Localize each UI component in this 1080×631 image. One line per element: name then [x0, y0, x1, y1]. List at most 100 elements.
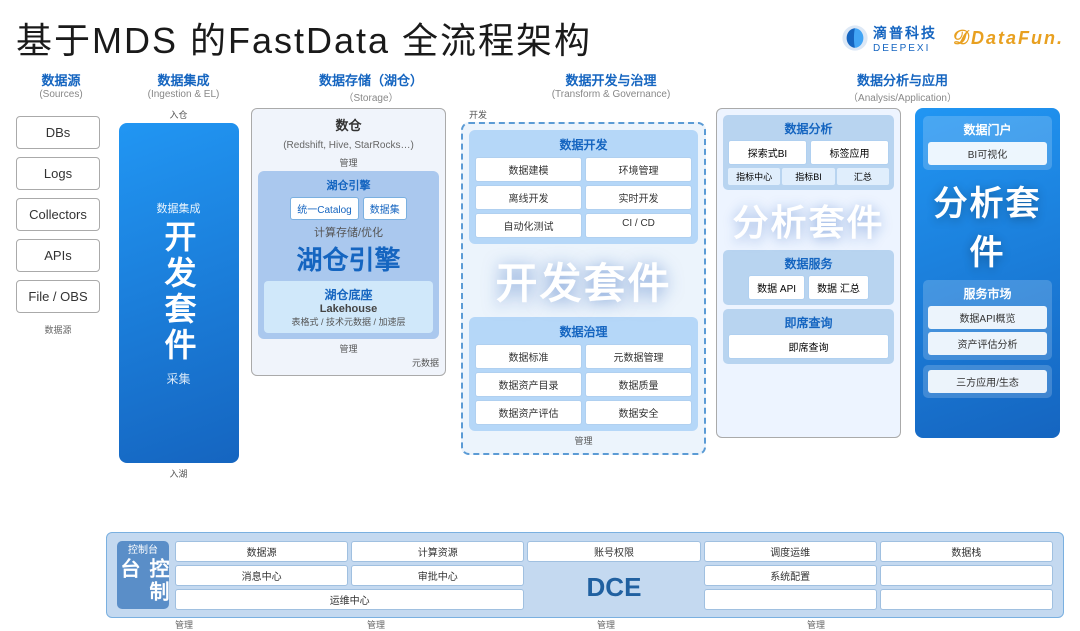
dce-manage-label2: 管理	[367, 618, 385, 631]
control-box: 控制台 控制台	[117, 541, 169, 609]
storage-meta: 元数据	[258, 356, 439, 369]
control-main-label: 控制台	[114, 558, 172, 609]
ingestion-top-label: 入仓	[169, 108, 187, 121]
storage-header-zh: 数仓	[335, 118, 361, 133]
app-big-label: 分析套件	[923, 176, 1052, 274]
lakehouse-title: 湖仓底座	[269, 286, 428, 303]
ingestion-box: 数据集成 开发套件 采集	[119, 123, 239, 463]
header-sources: 数据源 (Sources)	[16, 70, 106, 104]
app-box: 数据门户 BI可视化 分析套件 服务市场 数据API概览 资产评估分析 三方应用…	[915, 108, 1060, 438]
dce-manage-label4: 管理	[807, 618, 825, 631]
app-column: 数据门户 BI可视化 分析套件 服务市场 数据API概览 资产评估分析 三方应用…	[915, 108, 1064, 528]
analysis-app-area: 数据分析 探索式BI 标签应用 指标中心 指标BI 汇总 分析套件	[716, 108, 1064, 528]
lakehouse-main: Lakehouse	[269, 303, 428, 315]
deepexi-logo: 滴普科技 DEEPEXI	[841, 23, 937, 54]
ingestion-column: 入仓 数据集成 开发套件 采集 入湖	[106, 108, 251, 528]
header-analysis: 数据分析与应用 （Analysis/Application）	[741, 70, 1064, 104]
dce-section: 控制台 控制台 数据源 计算资源 账号权限 调度运维 数据栈 消息中心 审批中心…	[106, 532, 1064, 618]
analysis-sub-items: 指标中心 指标BI 汇总	[728, 168, 889, 185]
service-item-0: 数据 API	[748, 275, 805, 300]
column-headers: 数据源 (Sources) 数据集成 (Ingestion & EL) 数据存储…	[16, 70, 1064, 104]
gov-section: 数据治理 数据标准 元数据管理 数据资产目录 数据质量 数据资产评估 数据安全	[469, 317, 698, 431]
analysis-section: 数据分析 探索式BI 标签应用 指标中心 指标BI 汇总	[723, 115, 894, 190]
gov-item-0: 数据标准	[475, 344, 582, 369]
dev-item-2: 离线开发	[475, 185, 582, 210]
dce-item-compute: 计算资源	[351, 541, 524, 562]
query-section: 即席查询 即席查询	[723, 309, 894, 364]
dce-big-label: DCE	[527, 565, 700, 610]
sources-column: DBs Logs Collectors APIs File / OBS 数据源	[16, 108, 106, 528]
analysis-sub-1: 指标BI	[782, 168, 834, 185]
source-dbs: DBs	[16, 116, 100, 149]
app-top-section: 数据门户 BI可视化	[923, 116, 1052, 170]
dce-item-schedule: 调度运维	[704, 541, 877, 562]
gov-item-3: 数据质量	[585, 372, 692, 397]
service-section: 数据服务 数据 API 数据 汇总	[723, 250, 894, 305]
service-title: 数据服务	[728, 255, 889, 272]
gov-grid: 数据标准 元数据管理 数据资产目录 数据质量 数据资产评估 数据安全	[475, 344, 692, 425]
header-ingestion: 数据集成 (Ingestion & EL)	[106, 70, 261, 104]
ingestion-sublabel: 数据集成	[157, 200, 201, 216]
catalog-row: 统一Catalog 数据集	[264, 197, 433, 220]
analysis-sub-2: 汇总	[837, 168, 889, 185]
page-wrapper: 基于MDS 的FastData 全流程架构 滴普科技 DEEPEXI 𝒟Data…	[0, 0, 1080, 607]
analysis-item-0: 探索式BI	[728, 140, 807, 165]
transform-column: 开发 数据开发 数据建模 环境管理 离线开发 实时开发 自动化测试 CI / C…	[461, 108, 716, 528]
datafun-d: 𝒟	[953, 27, 971, 49]
storage-column: 数仓 (Redshift, Hive, StarRocks…) 管理 湖仓引擎 …	[251, 108, 461, 528]
header-transform: 数据开发与治理 (Transform & Governance)	[481, 70, 741, 104]
dce-item-blank	[880, 565, 1053, 586]
lake-engine-section: 湖仓引擎 统一Catalog 数据集 计算存储/优化 湖仓引擎 湖仓底座 Lak…	[258, 171, 439, 339]
dce-item-account: 账号权限	[527, 541, 700, 562]
analysis-outer: 数据分析 探索式BI 标签应用 指标中心 指标BI 汇总 分析套件	[716, 108, 901, 438]
dev-item-4: 自动化测试	[475, 213, 582, 238]
title-row: 基于MDS 的FastData 全流程架构 滴普科技 DEEPEXI 𝒟Data…	[16, 12, 1064, 64]
dev-title: 数据开发	[475, 136, 692, 153]
dce-manage-label3: 管理	[597, 618, 615, 631]
gov-title: 数据治理	[475, 323, 692, 340]
dev-section: 数据开发 数据建模 环境管理 离线开发 实时开发 自动化测试 CI / CD	[469, 130, 698, 244]
lake-engine-big-label: 湖仓引擎	[264, 246, 433, 275]
logos-area: 滴普科技 DEEPEXI 𝒟DataFun.	[841, 23, 1064, 54]
app-mid-item-1: 资产评估分析	[928, 332, 1047, 355]
transform-manage: 管理	[469, 434, 698, 447]
transform-big-label: 开发套件	[469, 250, 698, 311]
app-mid-title: 服务市场	[928, 285, 1047, 302]
source-collectors: Collectors	[16, 198, 100, 231]
analysis-item-1: 标签应用	[810, 140, 889, 165]
deepexi-icon	[841, 24, 869, 52]
gov-item-5: 数据安全	[585, 400, 692, 425]
storage-manage2: 管理	[258, 342, 439, 355]
storage-header: 数仓 (Redshift, Hive, StarRocks…)	[258, 115, 439, 153]
dce-item-message: 消息中心	[175, 565, 348, 586]
catalog-item: 统一Catalog	[290, 197, 358, 220]
transform-dev-arrow: 开发	[469, 108, 716, 121]
datasource-bottom-label: 数据源	[16, 323, 100, 336]
service-items: 数据 API 数据 汇总	[728, 275, 889, 300]
gov-item-1: 元数据管理	[585, 344, 692, 369]
dce-item-stack: 数据栈	[880, 541, 1053, 562]
source-logs: Logs	[16, 157, 100, 190]
page-title: 基于MDS 的FastData 全流程架构	[16, 12, 592, 64]
app-top-title: 数据门户	[928, 121, 1047, 138]
source-fileobs: File / OBS	[16, 280, 100, 313]
analysis-column: 数据分析 探索式BI 标签应用 指标中心 指标BI 汇总 分析套件	[716, 108, 911, 528]
diagram-area: DBs Logs Collectors APIs File / OBS 数据源 …	[16, 108, 1064, 528]
lakehouse-box: 湖仓底座 Lakehouse 表格式 / 技术元数据 / 加速层	[264, 281, 433, 333]
dataset-item: 数据集	[363, 197, 407, 220]
dev-item-0: 数据建模	[475, 157, 582, 182]
ingestion-bottom-label: 入湖	[169, 467, 187, 480]
gov-item-4: 数据资产评估	[475, 400, 582, 425]
analysis-title: 数据分析	[728, 120, 889, 137]
app-mid-section: 服务市场 数据API概览 资产评估分析	[923, 280, 1052, 360]
deepexi-text: 滴普科技 DEEPEXI	[873, 23, 937, 54]
dce-item-datasource: 数据源	[175, 541, 348, 562]
compute-item: 计算存储/优化	[264, 224, 433, 240]
header-storage: 数据存储（湖仓） （Storage）	[261, 70, 481, 104]
gov-item-2: 数据资产目录	[475, 372, 582, 397]
analysis-big-label: 分析套件	[723, 194, 894, 246]
control-label: 控制台	[128, 541, 158, 556]
dev-item-3: 实时开发	[585, 185, 692, 210]
app-top-item-0: BI可视化	[928, 142, 1047, 165]
service-item-1: 数据 汇总	[808, 275, 869, 300]
